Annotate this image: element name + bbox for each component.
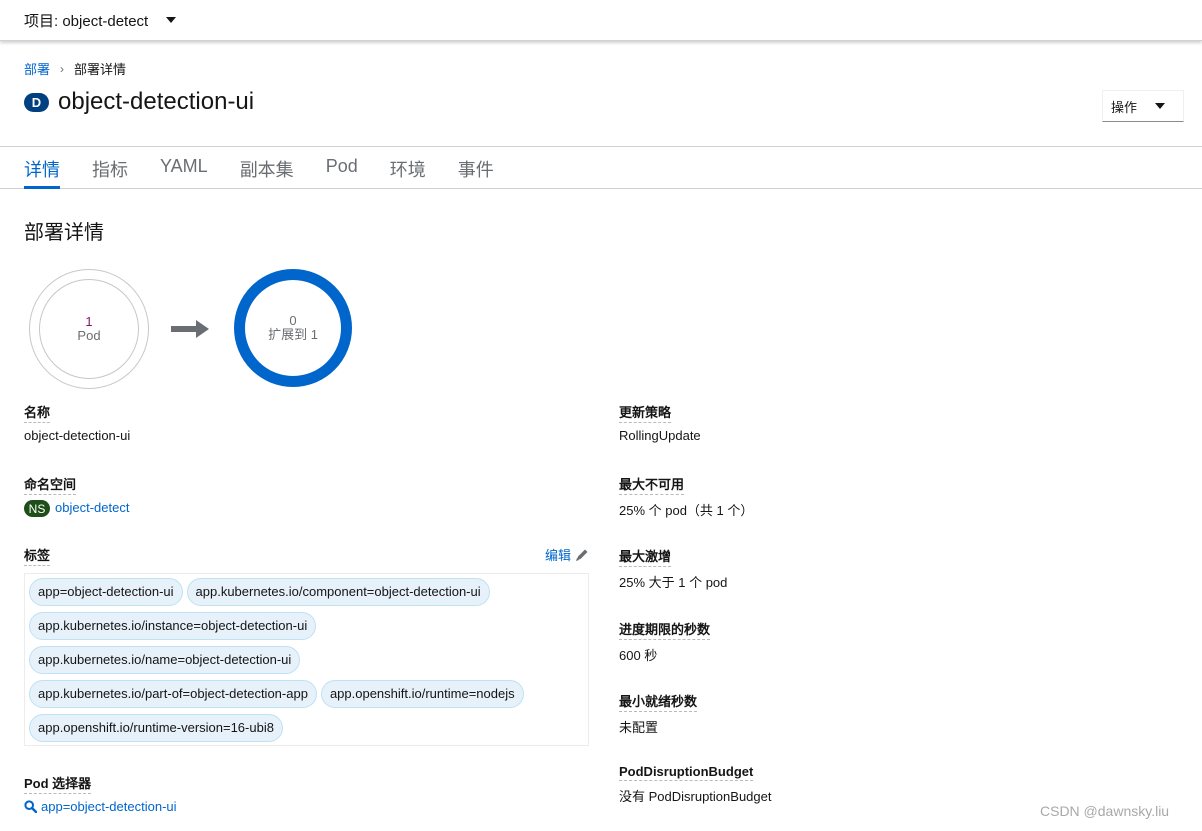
pod-selector-label: Pod 选择器 [24, 773, 92, 794]
max-unavailable-value: 25% 个 pod（共 1 个） [619, 503, 754, 518]
tab-environment[interactable]: 环境 [390, 147, 426, 189]
label-chip[interactable]: app.kubernetes.io/component=object-detec… [186, 578, 490, 606]
label-chip[interactable]: app.kubernetes.io/instance=object-detect… [29, 612, 317, 640]
min-ready-label: 最小就绪秒数 [619, 691, 698, 712]
breadcrumb-current: 部署详情 [74, 62, 127, 77]
field-pdb: PodDisruptionBudget 没有 PodDisruptionBudg… [619, 763, 771, 805]
tab-bar: 详情 指标 YAML 副本集 Pod 环境 事件 [0, 146, 1202, 189]
label-chip[interactable]: app.kubernetes.io/part-of=object-detecti… [29, 680, 317, 708]
label-chip[interactable]: app.openshift.io/runtime=nodejs [320, 680, 524, 708]
tab-events[interactable]: 事件 [458, 147, 494, 189]
pod-selector-row: app=object-detection-ui [24, 799, 177, 814]
edit-labels-button[interactable]: 编辑 [545, 545, 589, 564]
namespace-link[interactable]: object-detect [55, 500, 129, 515]
namespace-badge: NS [24, 500, 50, 518]
progress-deadline-value: 600 秒 [619, 648, 658, 663]
current-pod-text: 1 Pod [29, 269, 149, 389]
actions-dropdown-button[interactable]: 操作 [1102, 90, 1184, 122]
max-surge-value: 25% 大于 1 个 pod [619, 575, 728, 590]
pod-selector-link[interactable]: app=object-detection-ui [41, 799, 177, 814]
target-pod-count: 0 [289, 313, 297, 328]
max-surge-label: 最大激增 [619, 546, 672, 567]
progress-deadline-label: 进度期限的秒数 [619, 619, 711, 640]
labels-label: 标签 [24, 545, 51, 566]
field-namespace: 命名空间 NS object-detect [24, 474, 129, 518]
min-ready-value: 未配置 [619, 720, 659, 735]
label-chip[interactable]: app=object-detection-ui [29, 578, 183, 606]
watermark: CSDN @dawnsky.liu [1040, 803, 1170, 819]
field-pod-selector: Pod 选择器 app=object-detection-ui [24, 773, 177, 814]
name-value: object-detection-ui [24, 428, 131, 443]
current-pod-label: Pod [77, 328, 101, 343]
arrow-right-icon [171, 320, 209, 338]
tab-metrics[interactable]: 指标 [92, 147, 128, 189]
labels-header: 标签 编辑 [24, 545, 589, 566]
breadcrumb: 部署 › 部署详情 [24, 59, 126, 78]
field-min-ready: 最小就绪秒数 未配置 [619, 691, 698, 736]
update-strategy-value: RollingUpdate [619, 428, 701, 443]
namespace-value-row: NS object-detect [24, 500, 129, 518]
project-selector[interactable]: 项目: object-detect [24, 10, 148, 31]
tab-pods[interactable]: Pod [326, 147, 358, 189]
target-pod-label: 扩展到 1 [268, 327, 318, 342]
pdb-label: PodDisruptionBudget [619, 764, 754, 781]
namespace-label: 命名空间 [24, 474, 77, 495]
search-icon [24, 800, 38, 814]
deployment-resource-badge: D [24, 92, 49, 112]
target-pod-ring: 0 扩展到 1 [234, 269, 352, 387]
tab-replicasets[interactable]: 副本集 [240, 147, 294, 189]
current-pod-count: 1 [85, 314, 93, 329]
field-update-strategy: 更新策略 RollingUpdate [619, 402, 701, 443]
caret-down-icon[interactable] [166, 17, 177, 23]
tab-yaml[interactable]: YAML [160, 147, 208, 189]
max-unavailable-label: 最大不可用 [619, 474, 685, 495]
pencil-icon [576, 549, 588, 561]
labels-list: app=object-detection-ui app.kubernetes.i… [24, 573, 589, 746]
actions-label: 操作 [1111, 99, 1138, 115]
name-label: 名称 [24, 402, 51, 423]
label-chip[interactable]: app.kubernetes.io/name=object-detection-… [29, 646, 301, 674]
pdb-value: 没有 PodDisruptionBudget [619, 789, 772, 804]
project-selector-bar: 项目: object-detect [0, 0, 1202, 41]
target-pod-text: 0 扩展到 1 [234, 269, 352, 387]
tab-details[interactable]: 详情 [24, 147, 60, 189]
page-header: D object-detection-ui [24, 88, 254, 116]
section-title: 部署详情 [24, 222, 104, 244]
field-name: 名称 object-detection-ui [24, 402, 130, 443]
field-max-surge: 最大激增 25% 大于 1 个 pod [619, 546, 727, 591]
edit-labels-label: 编辑 [544, 548, 571, 563]
field-max-unavailable: 最大不可用 25% 个 pod（共 1 个） [619, 474, 753, 519]
breadcrumb-separator-icon: › [60, 61, 65, 76]
breadcrumb-deployments-link[interactable]: 部署 [24, 59, 50, 78]
caret-down-icon [1155, 103, 1166, 109]
update-strategy-label: 更新策略 [619, 402, 672, 423]
field-progress-deadline: 进度期限的秒数 600 秒 [619, 619, 711, 664]
pod-status-visual: 1 Pod 0 扩展到 1 [29, 268, 359, 390]
label-chip[interactable]: app.openshift.io/runtime-version=16-ubi8 [29, 714, 283, 742]
current-pod-ring: 1 Pod [29, 269, 149, 389]
page-title: object-detection-ui [58, 88, 255, 115]
